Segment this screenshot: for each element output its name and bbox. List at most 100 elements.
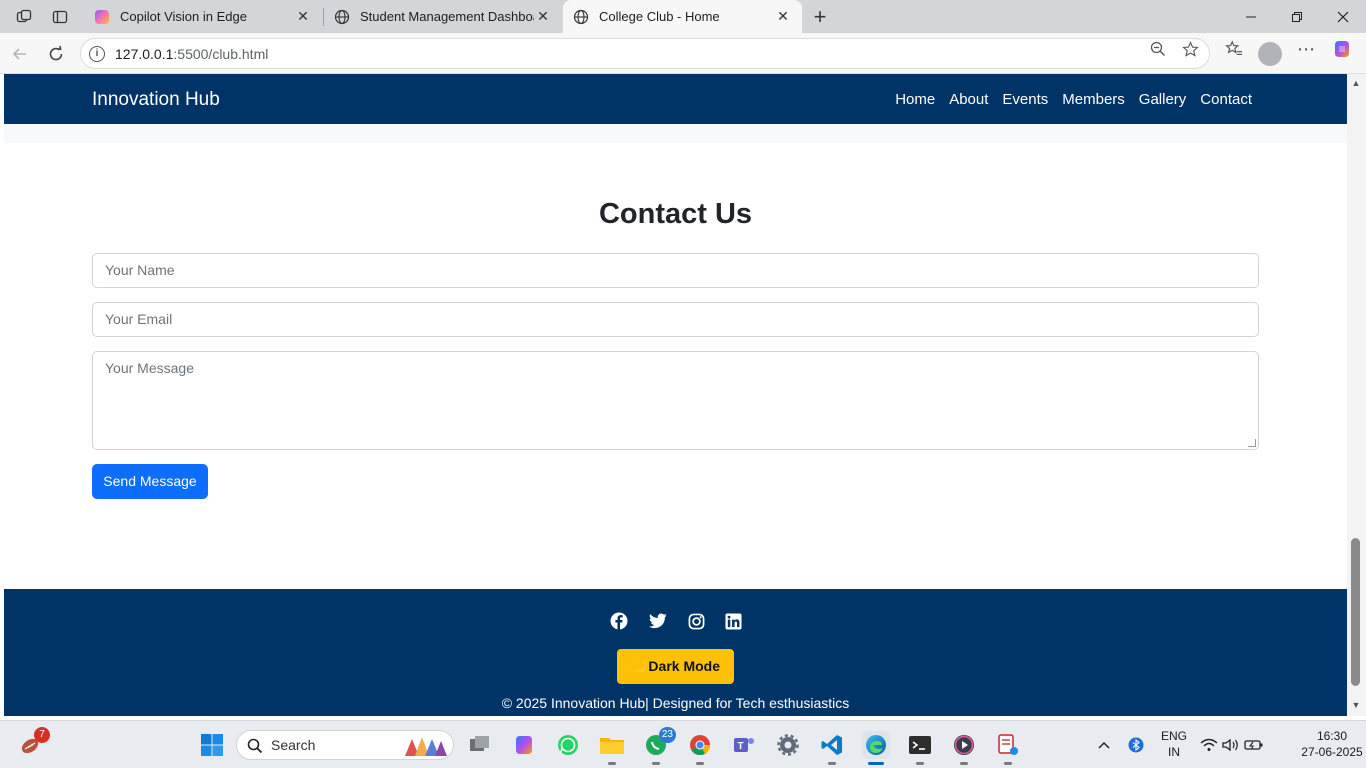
running-indicator bbox=[696, 762, 704, 765]
name-placeholder: Your Name bbox=[105, 262, 175, 278]
instagram-icon[interactable] bbox=[686, 611, 706, 631]
site-footer: 🌙Dark Mode © 2025 Innovation Hub| Design… bbox=[4, 589, 1347, 716]
site-nav-links: Home About Events Members Gallery Contac… bbox=[895, 91, 1252, 108]
copilot-app-icon[interactable] bbox=[510, 731, 538, 759]
search-label: Search bbox=[271, 737, 316, 753]
tab-close-icon[interactable]: ✕ bbox=[774, 8, 792, 25]
file-explorer-icon[interactable] bbox=[598, 731, 626, 765]
search-highlight-icon bbox=[405, 737, 447, 756]
input-language-indicator[interactable]: ENG IN bbox=[1156, 729, 1192, 759]
dark-mode-label: Dark Mode bbox=[648, 658, 720, 674]
snipping-tool-icon[interactable] bbox=[994, 731, 1022, 765]
zoom-out-icon[interactable] bbox=[1148, 39, 1168, 59]
message-placeholder: Your Message bbox=[105, 360, 194, 376]
message-textarea[interactable]: Your Message bbox=[92, 351, 1259, 450]
settings-gear-icon[interactable] bbox=[774, 731, 802, 759]
nav-link-home[interactable]: Home bbox=[895, 91, 935, 108]
running-indicator bbox=[1004, 762, 1012, 765]
close-window-icon[interactable] bbox=[1320, 0, 1366, 33]
facebook-icon[interactable] bbox=[609, 611, 629, 631]
windows-taskbar: 7 Search 23 T ENG IN 16:30 27-06-2025 bbox=[0, 720, 1366, 768]
previous-section-edge bbox=[4, 124, 1347, 143]
site-brand[interactable]: Innovation Hub bbox=[92, 89, 220, 111]
notification-badge: 23 bbox=[658, 727, 676, 743]
more-options-icon[interactable]: ⋯ bbox=[1296, 39, 1316, 59]
nav-link-members[interactable]: Members bbox=[1062, 91, 1125, 108]
scroll-down-icon[interactable]: ▼ bbox=[1351, 700, 1361, 710]
media-player-icon[interactable] bbox=[950, 731, 978, 765]
address-bar[interactable]: i 127.0.0.1:5500/club.html bbox=[80, 38, 1210, 69]
send-message-button[interactable]: Send Message bbox=[92, 464, 208, 499]
globe-icon bbox=[334, 9, 350, 24]
show-hidden-icons-chevron-icon[interactable] bbox=[1090, 731, 1118, 759]
taskbar-search-box[interactable]: Search bbox=[236, 730, 454, 760]
name-field[interactable]: Your Name bbox=[92, 253, 1259, 288]
minimize-icon[interactable] bbox=[1228, 0, 1274, 33]
system-tray-group[interactable] bbox=[1200, 731, 1264, 759]
tab-close-icon[interactable]: ✕ bbox=[534, 8, 552, 25]
tab-close-icon[interactable]: ✕ bbox=[294, 8, 312, 25]
running-indicator bbox=[828, 762, 836, 765]
linkedin-icon[interactable] bbox=[723, 611, 743, 631]
email-field[interactable]: Your Email bbox=[92, 302, 1259, 337]
nav-link-contact[interactable]: Contact bbox=[1200, 91, 1252, 108]
tab-college-club[interactable]: College Club - Home ✕ bbox=[563, 0, 802, 33]
teams-icon[interactable]: T bbox=[730, 731, 758, 759]
running-indicator bbox=[960, 762, 968, 765]
bluetooth-icon[interactable] bbox=[1122, 731, 1150, 759]
site-info-icon[interactable]: i bbox=[89, 45, 105, 62]
twitter-icon[interactable] bbox=[648, 611, 668, 631]
tab-copilot-vision[interactable]: Copilot Vision in Edge ✕ bbox=[84, 0, 322, 33]
edge-icon[interactable] bbox=[862, 731, 890, 765]
clock[interactable]: 16:30 27-06-2025 bbox=[1300, 729, 1364, 759]
whatsapp-business-icon[interactable]: 23 bbox=[642, 727, 676, 765]
nav-link-gallery[interactable]: Gallery bbox=[1139, 91, 1187, 108]
back-icon[interactable] bbox=[5, 39, 35, 69]
refresh-icon[interactable] bbox=[41, 39, 71, 69]
whatsapp-icon[interactable] bbox=[554, 731, 582, 759]
tab-actions-icon[interactable] bbox=[42, 0, 78, 33]
language-code: ENG bbox=[1160, 729, 1187, 743]
volume-icon bbox=[1222, 738, 1238, 752]
nav-link-events[interactable]: Events bbox=[1002, 91, 1048, 108]
favorites-icon[interactable] bbox=[1224, 39, 1244, 59]
region-code: IN bbox=[1168, 745, 1180, 759]
browser-toolbar: i 127.0.0.1:5500/club.html ⋯ bbox=[0, 33, 1366, 74]
email-placeholder: Your Email bbox=[105, 311, 173, 327]
scroll-up-icon[interactable]: ▲ bbox=[1351, 78, 1361, 88]
copilot-icon[interactable] bbox=[1332, 39, 1352, 59]
weather-widget-icon[interactable]: 7 bbox=[16, 727, 50, 759]
workspaces-icon[interactable] bbox=[6, 0, 42, 33]
globe-icon bbox=[573, 9, 589, 24]
profile-avatar[interactable] bbox=[1258, 42, 1282, 66]
dark-mode-button[interactable]: 🌙Dark Mode bbox=[617, 649, 734, 684]
start-windows-icon[interactable] bbox=[198, 731, 226, 759]
restore-icon[interactable] bbox=[1274, 0, 1320, 33]
wifi-icon bbox=[1200, 738, 1218, 751]
chrome-icon[interactable] bbox=[686, 731, 714, 765]
tab-title: College Club - Home bbox=[599, 9, 720, 24]
tab-title: Copilot Vision in Edge bbox=[120, 9, 247, 24]
clock-date: 27-06-2025 bbox=[1301, 745, 1363, 759]
resize-handle-icon[interactable] bbox=[1248, 439, 1256, 447]
search-icon bbox=[247, 738, 263, 754]
clock-time: 16:30 bbox=[1316, 729, 1348, 743]
web-page: Innovation Hub Home About Events Members… bbox=[4, 74, 1347, 716]
svg-text:T: T bbox=[738, 741, 744, 752]
tab-student-dashboard[interactable]: Student Management Dashboard ✕ bbox=[324, 0, 562, 33]
terminal-icon[interactable] bbox=[906, 731, 934, 765]
scrollbar-thumb[interactable] bbox=[1351, 538, 1360, 686]
running-indicator bbox=[868, 762, 884, 765]
moon-icon: 🌙 bbox=[630, 658, 649, 674]
running-indicator bbox=[608, 762, 616, 765]
new-tab-icon[interactable]: + bbox=[803, 0, 837, 33]
copyright-text: © 2025 Innovation Hub| Designed for Tech… bbox=[501, 695, 850, 711]
favorite-star-icon[interactable] bbox=[1180, 39, 1200, 59]
nav-link-about[interactable]: About bbox=[949, 91, 988, 108]
task-view-icon[interactable] bbox=[466, 731, 494, 759]
vscode-icon[interactable] bbox=[818, 731, 846, 765]
page-scrollbar[interactable]: ▲ ▼ bbox=[1347, 74, 1366, 716]
url-text[interactable]: 127.0.0.1:5500/club.html bbox=[115, 46, 268, 62]
browser-tab-strip: Copilot Vision in Edge ✕ Student Managem… bbox=[0, 0, 1366, 33]
notification-badge: 7 bbox=[34, 727, 50, 743]
